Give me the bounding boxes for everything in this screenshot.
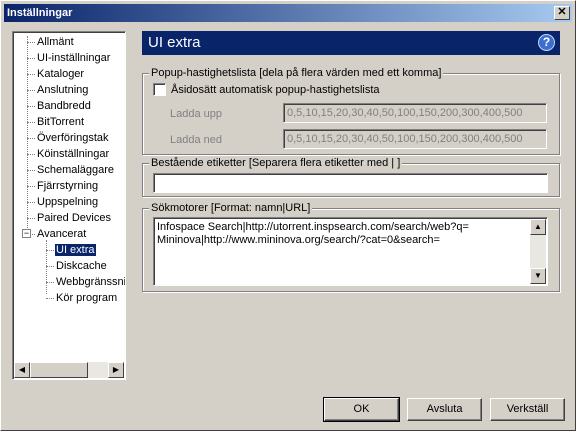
tree-item-label: UI-inställningar [37, 52, 111, 64]
labels-group-legend: Bestående etiketter [Separera flera etik… [149, 156, 403, 170]
tree-connector [27, 218, 35, 219]
search-vertical-scrollbar[interactable]: ▲ ▼ [530, 219, 546, 284]
tree-connector [27, 90, 35, 91]
scroll-right-icon[interactable]: ▶ [108, 362, 124, 378]
settings-window: Inställningar ✕ Allmänt UI-inställningar K… [0, 0, 576, 431]
scroll-thumb[interactable] [30, 362, 88, 378]
persistent-labels-group: Bestående etiketter [Separera flera etik… [142, 156, 560, 197]
scroll-left-icon[interactable]: ◀ [14, 362, 30, 378]
tree-item[interactable]: UI-inställningar [36, 50, 111, 66]
tree-item[interactable]: Avancerat [36, 226, 87, 242]
tree-connector [27, 186, 35, 187]
tree-item-label: Överföringstak [37, 132, 109, 144]
tree-item-label: BitTorrent [37, 116, 85, 128]
help-icon[interactable]: ? [538, 34, 555, 51]
tree-connector [27, 106, 35, 107]
tree-connector [27, 170, 35, 171]
tree-item[interactable]: Uppspelning [36, 194, 99, 210]
tree-item[interactable]: Anslutning [36, 82, 89, 98]
upload-label: Ladda upp [170, 108, 222, 120]
search-engine-line: Infospace Search|http://utorrent.inspsea… [157, 221, 469, 233]
tree-item-label: Avancerat [37, 228, 87, 240]
tree-item-label: Paired Devices [37, 212, 111, 224]
tree-connector [27, 74, 35, 75]
ok-button[interactable]: OK [323, 397, 400, 422]
page-title: UI extra [148, 34, 201, 51]
tree-item[interactable]: Kataloger [36, 66, 85, 82]
tree-connector [27, 36, 28, 232]
scroll-down-icon[interactable]: ▼ [530, 268, 546, 284]
tree-item-label: Köinställningar [37, 148, 110, 160]
cancel-button[interactable]: Avsluta [407, 398, 482, 421]
tree-item[interactable]: Schemaläggare [36, 162, 115, 178]
tree-item-label: Anslutning [37, 84, 89, 96]
tree-connector [27, 122, 35, 123]
tree-horizontal-scrollbar[interactable]: ◀ ▶ [14, 362, 124, 378]
title-bar[interactable]: Inställningar ✕ [4, 4, 572, 22]
tree-connector [27, 154, 35, 155]
persistent-labels-input[interactable] [153, 173, 548, 193]
tree-item[interactable]: Överföringstak [36, 130, 110, 146]
close-icon[interactable]: ✕ [554, 6, 570, 20]
search-engine-line: Mininova|http://www.mininova.org/search/… [157, 234, 440, 246]
tree-item[interactable]: Webbgränssnitt [55, 274, 126, 290]
tree-item-label: Diskcache [56, 260, 107, 272]
tree-item[interactable]: UI extra [55, 242, 96, 258]
tree-item[interactable]: Allmänt [36, 34, 75, 50]
tree-connector [27, 202, 35, 203]
tree-connector [46, 266, 54, 267]
tree-item-label: Uppspelning [37, 196, 99, 208]
tree-item[interactable]: Paired Devices [36, 210, 112, 226]
tree-item[interactable]: Kör program [55, 290, 118, 306]
tree-item-label: Allmänt [37, 36, 74, 48]
tree-item-label: Kör program [56, 292, 118, 304]
tree-connector [46, 282, 54, 283]
tree-item-label: Fjärrstyrning [37, 180, 99, 192]
tree-item[interactable]: BitTorrent [36, 114, 85, 130]
tree-connector [27, 42, 35, 43]
search-group-legend: Sökmotorer [Format: namn|URL] [149, 201, 313, 215]
tree-item-label: Webbgränssnitt [56, 276, 126, 288]
collapse-icon[interactable]: − [22, 229, 31, 238]
override-checkbox[interactable] [153, 83, 166, 96]
tree-item[interactable]: Bandbredd [36, 98, 92, 114]
download-speed-input[interactable]: 0,5,10,15,20,30,40,50,100,150,200,300,40… [283, 129, 547, 149]
tree-item[interactable]: Fjärrstyrning [36, 178, 99, 194]
upload-speed-input[interactable]: 0,5,10,15,20,30,40,50,100,150,200,300,40… [283, 103, 547, 123]
popup-speed-group: Popup-hastighetslista [dela på flera vär… [142, 66, 560, 155]
tree-item[interactable]: Diskcache [55, 258, 108, 274]
tree-item-label: Schemaläggare [37, 164, 115, 176]
tree-item-label: UI extra [55, 244, 96, 256]
tree-item-label: Kataloger [37, 68, 85, 80]
tree-connector [46, 298, 54, 299]
tree-item-label: Bandbredd [37, 100, 91, 112]
tree-connector [46, 250, 54, 251]
apply-button[interactable]: Verkställ [490, 398, 565, 421]
page-title-bar: UI extra ? [142, 31, 560, 55]
tree-connector [46, 240, 47, 294]
scroll-up-icon[interactable]: ▲ [530, 219, 546, 235]
window-title: Inställningar [7, 7, 73, 19]
settings-tree: Allmänt UI-inställningar Kataloger Anslutni… [12, 31, 126, 380]
override-label: Åsidosätt automatisk popup-hastighetslis… [171, 84, 380, 96]
search-engines-textarea[interactable]: Infospace Search|http://utorrent.inspsea… [153, 217, 548, 286]
tree-connector [27, 58, 35, 59]
download-label: Ladda ned [170, 134, 222, 146]
tree-connector [27, 138, 35, 139]
search-engines-group: Sökmotorer [Format: namn|URL] Infospace … [142, 201, 560, 292]
tree-item[interactable]: Köinställningar [36, 146, 110, 162]
popup-group-legend: Popup-hastighetslista [dela på flera vär… [149, 66, 444, 80]
